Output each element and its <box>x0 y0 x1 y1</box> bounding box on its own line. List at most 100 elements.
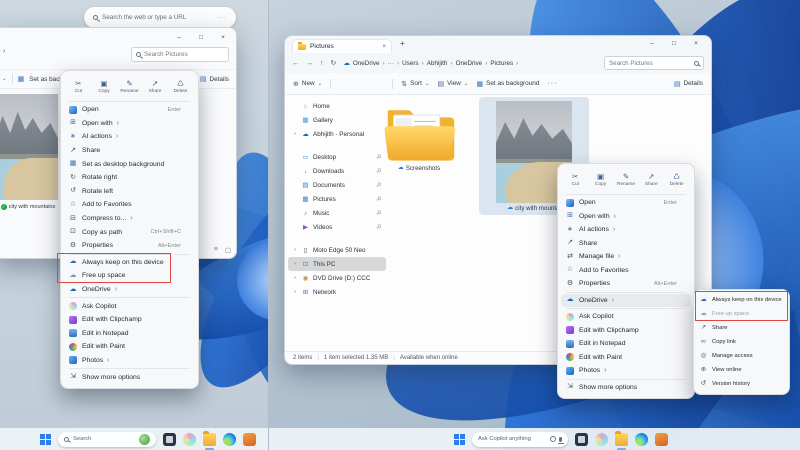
menu-item[interactable]: ▦ Set as desktop background › <box>61 157 198 171</box>
close-button[interactable]: × <box>218 34 228 42</box>
sidebar-item[interactable]: ▯ Moto Edge 50 Neo <box>288 243 386 257</box>
start-button[interactable] <box>454 434 465 445</box>
file-explorer-icon[interactable] <box>615 433 628 446</box>
menu-item[interactable]: Edit with Paint › <box>61 340 198 354</box>
search-input[interactable]: Search Pictures <box>131 47 229 62</box>
thumbnail-view-icon[interactable]: ▢ <box>225 246 231 254</box>
new-tab-button[interactable]: + <box>400 39 405 48</box>
edge-icon[interactable] <box>223 433 236 446</box>
sidebar-item[interactable]: ↓ Downloads <box>288 164 386 178</box>
taskbar-copilot-search[interactable]: Ask Copilot anything <box>472 432 568 447</box>
menu-item[interactable]: ∗ AI actions › <box>558 223 694 237</box>
task-view-icon[interactable] <box>575 433 588 446</box>
menu-item[interactable]: Photos › <box>61 354 198 368</box>
refresh-icon[interactable]: ↻ <box>331 59 337 67</box>
close-button[interactable]: × <box>691 40 701 48</box>
breadcrumb-item[interactable]: ··· <box>388 60 399 67</box>
menu-item[interactable]: Edit with Clipchamp › <box>61 313 198 327</box>
maximize-button[interactable]: □ <box>196 34 206 42</box>
expander-icon[interactable] <box>292 261 298 267</box>
sidebar-item[interactable]: ♪ Music <box>288 206 386 220</box>
menu-item[interactable]: ↗ Share › <box>558 237 694 251</box>
menu-item[interactable]: ☁ Free up space › <box>694 307 789 321</box>
menu-item[interactable]: Edit in Notepad › <box>558 337 694 351</box>
copilot-icon[interactable] <box>595 433 608 446</box>
menu-action[interactable]: ✎ Rename <box>614 173 638 187</box>
web-search-pill[interactable]: Search the web or type a URL ··· <box>84 7 236 28</box>
menu-action[interactable]: ♺ Delete <box>665 173 689 187</box>
menu-item[interactable]: Open Enter › <box>61 103 198 117</box>
folder-tile-screenshots[interactable]: ☁ Screenshots <box>377 99 461 172</box>
sidebar-item[interactable]: ⊡ This PC <box>288 257 386 271</box>
menu-item[interactable]: Ask Copilot › <box>558 310 694 324</box>
expander-icon[interactable] <box>292 247 298 253</box>
details-button[interactable]: ▤ Details <box>674 80 703 88</box>
menu-item[interactable]: ☆ Add to Favorites › <box>558 264 694 278</box>
more-icon[interactable]: ··· <box>547 80 557 87</box>
forward-icon[interactable]: → <box>306 60 313 67</box>
sidebar-item[interactable]: ⌂ Home <box>288 99 386 113</box>
list-view-icon[interactable]: ≡ <box>214 246 218 254</box>
photo-thumbnail[interactable] <box>0 94 58 200</box>
menu-item[interactable]: Ask Copilot › <box>61 299 198 313</box>
menu-action[interactable]: ✂ Cut <box>563 173 587 187</box>
search-input[interactable]: Search Pictures <box>604 56 704 70</box>
sidebar-item[interactable]: ▭ Desktop <box>288 150 386 164</box>
minimize-button[interactable]: – <box>647 40 657 48</box>
sidebar-item[interactable]: ◉ DVD Drive (D:) CCC <box>288 271 386 285</box>
menu-item[interactable]: ↺ Version history › <box>694 377 789 391</box>
more-icon[interactable]: ··· <box>218 14 227 21</box>
menu-item[interactable]: ⊟ Compress to... › <box>61 212 198 226</box>
menu-item[interactable]: ↗ Share › <box>694 321 789 335</box>
menu-action[interactable]: ▣ Copy <box>589 173 613 187</box>
menu-item[interactable]: ☆ Add to Favorites › <box>61 198 198 212</box>
taskbar-search[interactable]: Search <box>58 432 156 447</box>
sidebar-item[interactable]: ☁ Abhijith - Personal <box>288 127 386 141</box>
menu-item[interactable]: ⇲ Show more options › <box>558 381 694 395</box>
tab-pictures[interactable]: Pictures × <box>292 39 392 53</box>
store-app-icon[interactable] <box>655 433 668 446</box>
sort-button[interactable]: ⇅ Sort ⌄ <box>401 80 429 88</box>
sidebar-item[interactable]: ▶ Videos <box>288 220 386 234</box>
menu-item[interactable]: ☁ OneDrive › <box>61 283 198 297</box>
expander-icon[interactable] <box>292 131 298 137</box>
menu-item[interactable]: Photos › <box>558 364 694 378</box>
set-as-background-button[interactable]: ▦ Set as background <box>476 80 539 88</box>
menu-item[interactable]: ∗ AI actions › <box>61 130 198 144</box>
breadcrumb-item[interactable]: Abhijith <box>427 60 453 67</box>
task-view-icon[interactable] <box>163 433 176 446</box>
file-explorer-icon[interactable] <box>203 433 216 446</box>
tab-close-icon[interactable]: × <box>382 44 386 50</box>
mic-icon[interactable] <box>559 437 562 442</box>
menu-item[interactable]: ∞ Copy link › <box>694 335 789 349</box>
breadcrumb-item[interactable]: Pictures <box>490 60 518 67</box>
breadcrumb-item[interactable]: Users <box>402 60 424 67</box>
menu-item[interactable]: ⇲ Show more options › <box>61 370 198 384</box>
menu-item[interactable]: ↻ Rotate right › <box>61 171 198 185</box>
view-button[interactable]: ▤ View ⌄ <box>438 80 469 88</box>
expander-icon[interactable] <box>292 289 298 295</box>
menu-item[interactable]: Edit in Notepad › <box>61 327 198 341</box>
breadcrumb-item[interactable]: OneDrive <box>456 60 488 67</box>
menu-action[interactable]: ✎ Rename <box>118 80 142 94</box>
menu-item[interactable]: Open Enter › <box>558 196 694 210</box>
menu-item[interactable]: Edit with Paint › <box>558 351 694 365</box>
up-icon[interactable]: ↑ <box>320 60 324 67</box>
new-button[interactable]: ⊕ New ⌄ <box>293 80 322 88</box>
minimize-button[interactable]: – <box>174 34 184 42</box>
menu-item[interactable]: ⚙ Properties Alt+Enter › <box>558 277 694 291</box>
menu-item[interactable]: ☁ OneDrive › <box>561 294 691 308</box>
menu-item[interactable]: ⊞ Open with › <box>61 117 198 131</box>
menu-item[interactable]: ⚙ Properties Alt+Enter › <box>61 239 198 253</box>
edge-icon[interactable] <box>635 433 648 446</box>
maximize-button[interactable]: □ <box>669 40 679 48</box>
store-app-icon[interactable] <box>243 433 256 446</box>
menu-item[interactable]: ⊕ View online › <box>694 363 789 377</box>
menu-item[interactable]: ☁ Free up space › <box>61 269 198 283</box>
sidebar-item[interactable]: ▦ Pictures <box>288 192 386 206</box>
menu-action[interactable]: ▣ Copy <box>92 80 116 94</box>
menu-item[interactable]: Edit with Clipchamp › <box>558 324 694 338</box>
menu-item[interactable]: ⊞ Open with › <box>558 210 694 224</box>
start-button[interactable] <box>40 434 51 445</box>
copilot-icon[interactable] <box>183 433 196 446</box>
